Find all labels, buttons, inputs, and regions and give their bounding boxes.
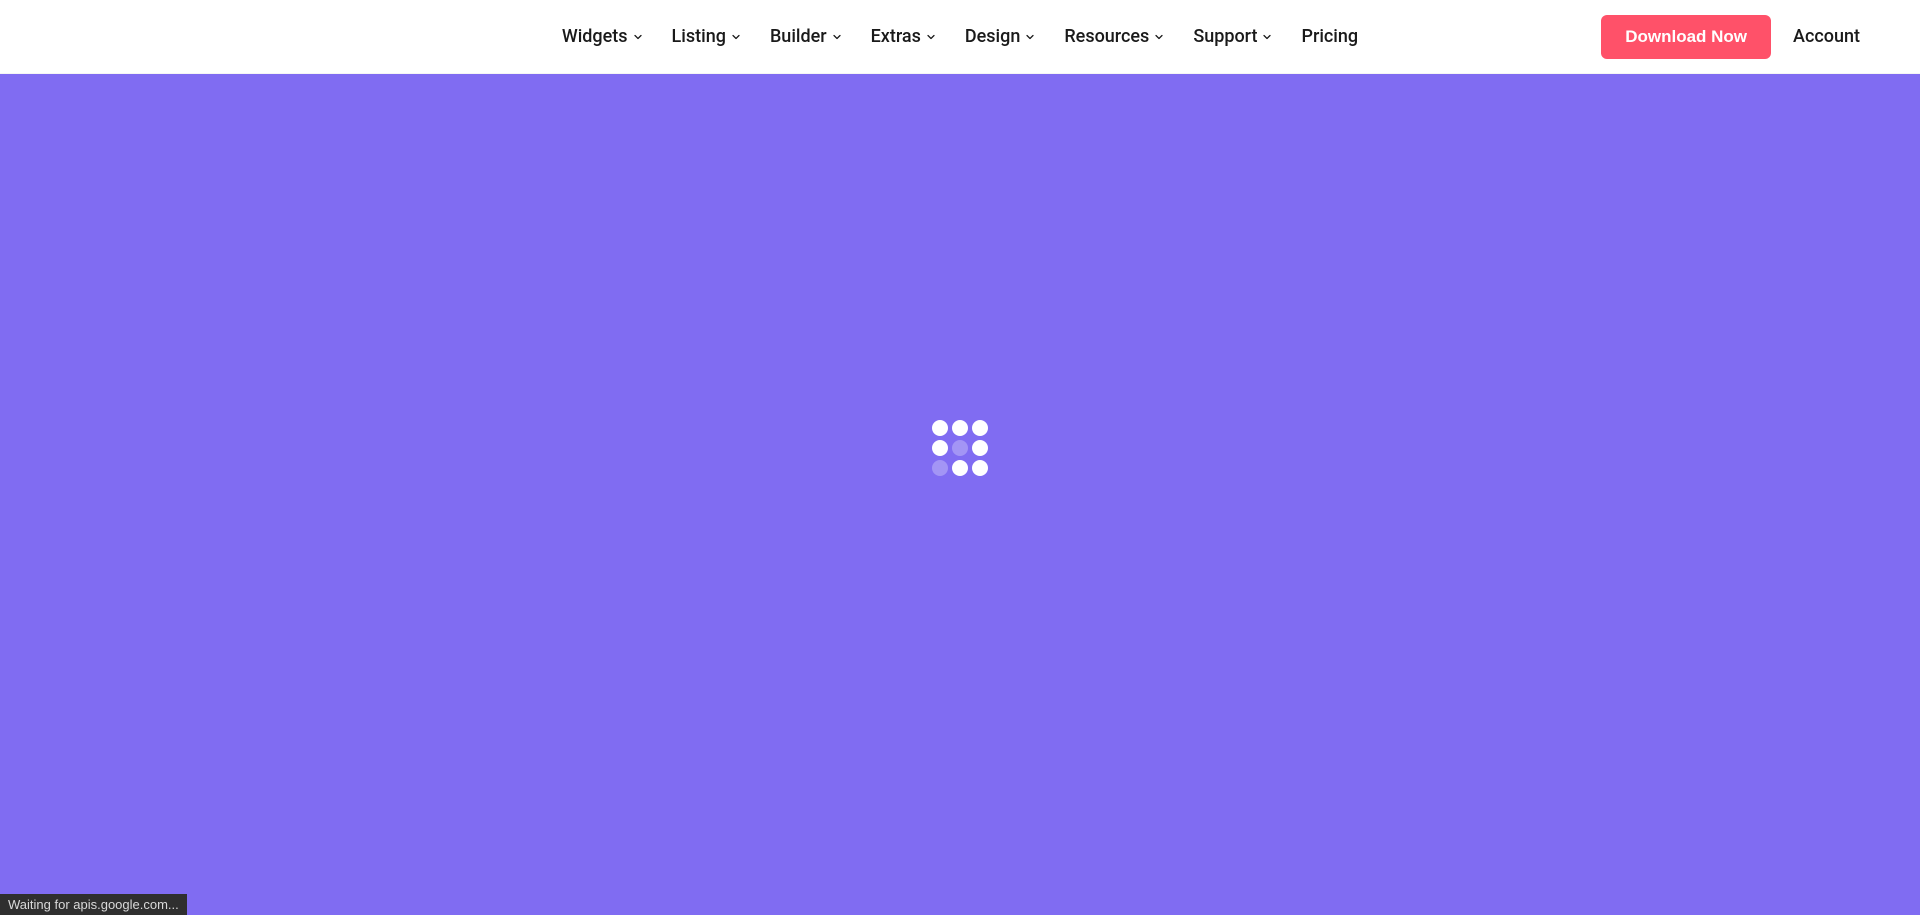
nav-item-resources[interactable]: Resources bbox=[1064, 26, 1165, 47]
nav-item-extras[interactable]: Extras bbox=[871, 26, 937, 47]
nav-item-label: Design bbox=[965, 26, 1020, 47]
status-text: Waiting for apis.google.com... bbox=[8, 897, 179, 912]
nav-item-pricing[interactable]: Pricing bbox=[1301, 26, 1358, 47]
nav-item-support[interactable]: Support bbox=[1193, 26, 1273, 47]
browser-status-bar: Waiting for apis.google.com... bbox=[0, 894, 187, 915]
loader-dot bbox=[952, 420, 968, 436]
chevron-down-icon bbox=[1153, 31, 1165, 43]
loader-dot bbox=[972, 460, 988, 476]
nav-item-label: Builder bbox=[770, 26, 827, 47]
nav-item-label: Resources bbox=[1064, 26, 1149, 47]
chevron-down-icon bbox=[632, 31, 644, 43]
chevron-down-icon bbox=[1261, 31, 1273, 43]
nav-item-label: Widgets bbox=[562, 26, 628, 47]
main-nav: Widgets Listing Builder Extras Design bbox=[562, 26, 1358, 47]
loader-dot bbox=[972, 420, 988, 436]
loader-dot bbox=[932, 420, 948, 436]
loader-dot bbox=[932, 460, 948, 476]
chevron-down-icon bbox=[730, 31, 742, 43]
chevron-down-icon bbox=[925, 31, 937, 43]
loader-dot bbox=[972, 440, 988, 456]
loader-dot bbox=[932, 440, 948, 456]
nav-item-listing[interactable]: Listing bbox=[672, 26, 742, 47]
nav-item-label: Extras bbox=[871, 26, 921, 47]
nav-item-widgets[interactable]: Widgets bbox=[562, 26, 644, 47]
loader-dot bbox=[952, 460, 968, 476]
nav-item-design[interactable]: Design bbox=[965, 26, 1036, 47]
loading-spinner bbox=[932, 420, 988, 476]
nav-item-label: Pricing bbox=[1301, 26, 1358, 47]
account-link[interactable]: Account bbox=[1793, 26, 1860, 47]
nav-item-builder[interactable]: Builder bbox=[770, 26, 843, 47]
loader-dot bbox=[952, 440, 968, 456]
chevron-down-icon bbox=[1024, 31, 1036, 43]
download-button[interactable]: Download Now bbox=[1601, 15, 1771, 59]
nav-item-label: Support bbox=[1193, 26, 1257, 47]
hero-section bbox=[0, 74, 1920, 915]
chevron-down-icon bbox=[831, 31, 843, 43]
nav-item-label: Listing bbox=[672, 26, 726, 47]
header: Widgets Listing Builder Extras Design bbox=[0, 0, 1920, 74]
header-actions: Download Now Account bbox=[1601, 15, 1860, 59]
